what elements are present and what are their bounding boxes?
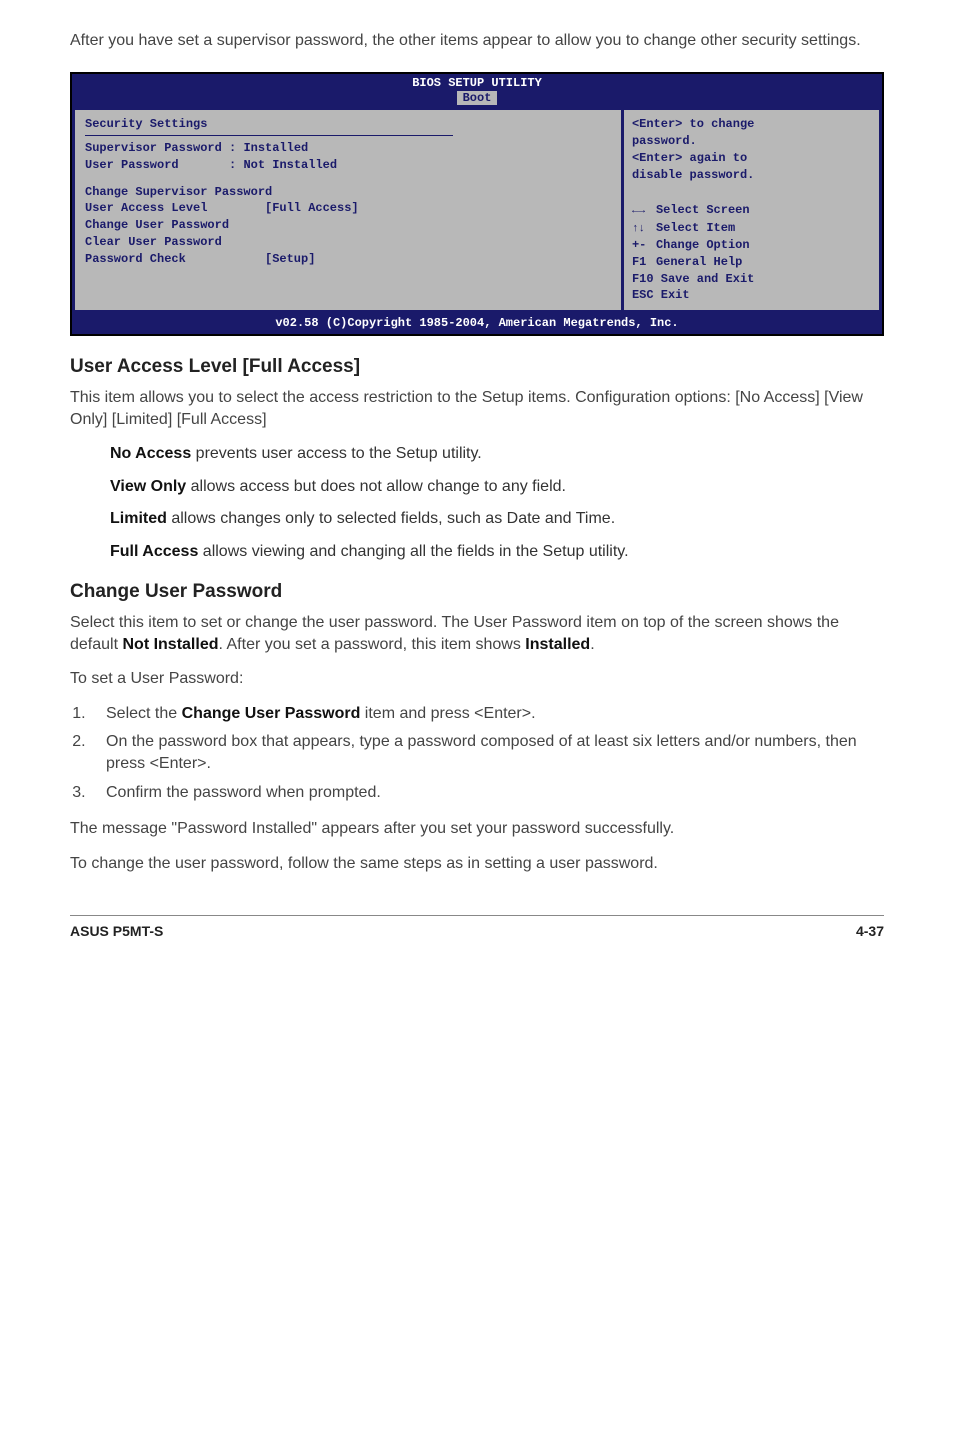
- bios-item-label: Password Check: [85, 251, 265, 268]
- step-2: On the password box that appears, type a…: [90, 731, 884, 776]
- step-text: On the password box that appears, type a…: [106, 733, 857, 772]
- bios-help-text: <Enter> to change password. <Enter> agai…: [632, 116, 871, 183]
- footer-model: ASUS P5MT-S: [70, 922, 163, 942]
- bold-span: Not Installed: [122, 636, 218, 653]
- bios-sep: :: [179, 157, 244, 174]
- bios-item: Change User Password: [85, 217, 611, 234]
- bios-nav-legend: Select Screen Select Item +-Change Optio…: [632, 202, 871, 304]
- footer-page-number: 4-37: [856, 922, 884, 942]
- bios-screenshot: BIOS SETUP UTILITY Boot Security Setting…: [70, 72, 884, 336]
- bios-tab-boot: Boot: [457, 91, 498, 105]
- bios-item: Change Supervisor Password: [85, 184, 611, 201]
- step-bold: Change User Password: [182, 705, 361, 722]
- arrows-lr-icon: [632, 202, 656, 219]
- cup-paragraph-2: To set a User Password:: [70, 668, 884, 690]
- bios-help-line: disable password.: [632, 167, 871, 184]
- bios-sep: :: [222, 140, 244, 157]
- bios-nav-text: ESC Exit: [632, 287, 871, 304]
- bios-nav-text: Select Item: [656, 221, 735, 235]
- bios-left-panel: Security Settings Supervisor Password : …: [75, 110, 621, 310]
- text-span: . After you set a password, this item sh…: [219, 636, 526, 653]
- bios-label: User Password: [85, 157, 179, 174]
- bios-nav-key: +-: [632, 237, 656, 254]
- opt-bold: Full Access: [110, 543, 198, 560]
- bios-row-userpw: User Password : Not Installed: [85, 157, 611, 174]
- bios-nav-key: F1: [632, 254, 656, 271]
- bold-span: Installed: [525, 636, 590, 653]
- opt-text: allows viewing and changing all the fiel…: [198, 543, 628, 560]
- arrows-ud-icon: [632, 220, 656, 237]
- bios-help-line: <Enter> to change: [632, 116, 871, 133]
- step-1: Select the Change User Password item and…: [90, 703, 884, 725]
- bios-title-bar: BIOS SETUP UTILITY Boot: [72, 74, 882, 107]
- bios-right-panel: <Enter> to change password. <Enter> agai…: [624, 110, 879, 310]
- step-text: item and press <Enter>.: [360, 705, 535, 722]
- bios-value: Installed: [243, 140, 308, 157]
- bios-item: User Access Level[Full Access]: [85, 200, 611, 217]
- bios-item-label: Clear User Password: [85, 234, 265, 251]
- bios-section-title: Security Settings: [85, 116, 611, 133]
- opt-bold: Limited: [110, 510, 167, 527]
- opt-text: allows changes only to selected fields, …: [167, 510, 615, 527]
- cup-paragraph-4: To change the user password, follow the …: [70, 853, 884, 875]
- bios-title: BIOS SETUP UTILITY: [412, 76, 542, 90]
- bios-label: Supervisor Password: [85, 140, 222, 157]
- opt-bold: View Only: [110, 478, 186, 495]
- ual-description: This item allows you to select the acces…: [70, 387, 884, 432]
- bios-nav-text: Select Screen: [656, 203, 750, 217]
- ual-opt-full-access: Full Access allows viewing and changing …: [110, 541, 884, 563]
- text-span: .: [590, 636, 594, 653]
- bios-item: Clear User Password: [85, 234, 611, 251]
- bios-nav-text: Change Option: [656, 238, 750, 252]
- bios-item-value: [Setup]: [265, 251, 315, 268]
- bios-nav-text: F10 Save and Exit: [632, 271, 871, 288]
- heading-change-user-password: Change User Password: [70, 579, 884, 606]
- page-footer: ASUS P5MT-S 4-37: [70, 915, 884, 942]
- bios-footer: v02.58 (C)Copyright 1985-2004, American …: [72, 313, 882, 334]
- cup-paragraph-3: The message "Password Installed" appears…: [70, 818, 884, 840]
- step-text: Confirm the password when prompted.: [106, 784, 381, 801]
- bios-item: Password Check[Setup]: [85, 251, 611, 268]
- intro-paragraph: After you have set a supervisor password…: [70, 30, 884, 52]
- step-3: Confirm the password when prompted.: [90, 782, 884, 804]
- bios-help-line: <Enter> again to: [632, 150, 871, 167]
- bios-row-supervisor: Supervisor Password : Installed: [85, 140, 611, 157]
- bios-item-label: User Access Level: [85, 200, 265, 217]
- heading-user-access-level: User Access Level [Full Access]: [70, 354, 884, 381]
- bios-divider: [85, 135, 453, 136]
- ual-opt-no-access: No Access prevents user access to the Se…: [110, 443, 884, 465]
- ual-opt-limited: Limited allows changes only to selected …: [110, 508, 884, 530]
- bios-item-label: Change User Password: [85, 217, 265, 234]
- steps-list: Select the Change User Password item and…: [90, 703, 884, 805]
- opt-text: prevents user access to the Setup utilit…: [191, 445, 482, 462]
- cup-paragraph-1: Select this item to set or change the us…: [70, 612, 884, 657]
- step-text: Select the: [106, 705, 182, 722]
- bios-nav-text: General Help: [656, 255, 742, 269]
- ual-opt-view-only: View Only allows access but does not all…: [110, 476, 884, 498]
- bios-item-value: [Full Access]: [265, 200, 359, 217]
- opt-text: allows access but does not allow change …: [186, 478, 566, 495]
- opt-bold: No Access: [110, 445, 191, 462]
- bios-item-label: Change Supervisor Password: [85, 184, 272, 201]
- bios-help-line: password.: [632, 133, 871, 150]
- bios-value: Not Installed: [243, 157, 337, 174]
